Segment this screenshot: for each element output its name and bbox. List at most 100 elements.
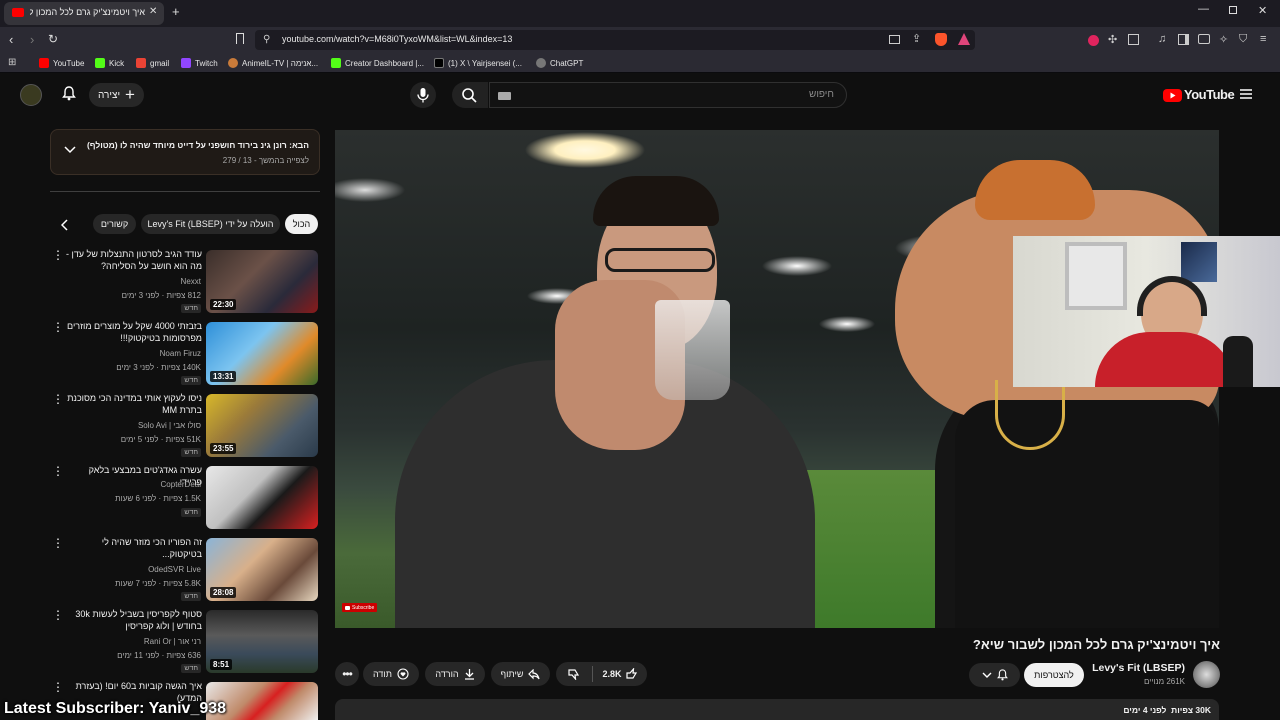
dislike-button[interactable]: [561, 668, 587, 680]
youtube-logo[interactable]: YouTube: [1163, 87, 1235, 103]
guide-menu-icon[interactable]: [1239, 88, 1253, 100]
keyboard-icon[interactable]: [498, 92, 511, 100]
divider: [50, 191, 320, 192]
wallet-icon[interactable]: [1198, 34, 1210, 44]
playlist-progress: לצפייה בהמשך - 13 / 279: [222, 156, 309, 165]
share-page-icon[interactable]: ⇪: [912, 32, 921, 45]
maximize-icon[interactable]: [1229, 6, 1237, 14]
video-thumbnail[interactable]: 8:51: [206, 610, 318, 673]
more-actions-button[interactable]: •••: [335, 662, 359, 686]
video-thumbnail[interactable]: 28:08: [206, 538, 318, 601]
wall-poster: [1181, 242, 1217, 282]
voice-search-icon[interactable]: [410, 82, 436, 108]
more-actions-icon[interactable]: ⋮: [52, 249, 64, 261]
leo-ai-icon[interactable]: ✧: [1219, 33, 1228, 46]
more-horizontal-icon: •••: [342, 667, 353, 681]
bookmark-twitch[interactable]: Twitch: [181, 56, 218, 70]
chip-all[interactable]: הכול: [285, 214, 318, 234]
apps-grid-icon[interactable]: ⊞: [8, 57, 16, 68]
search-placeholder: חיפוש: [809, 89, 834, 100]
playlist-panel[interactable]: הבא: רונן גינ בירוד חושפני על דייט מיוחד…: [50, 129, 320, 175]
chips-prev-chevron-icon[interactable]: [61, 219, 69, 231]
list-item[interactable]: ⋮ עודד הגיב לסרטון התנצלות של עדן - מה ה…: [0, 248, 330, 316]
share-icon: [528, 668, 541, 680]
list-item[interactable]: ⋮ סטוף לקפריסין בשביל לעשות 30k בחודש | …: [0, 608, 330, 676]
vpn-icon[interactable]: ⛉: [1239, 33, 1247, 46]
thanks-heart-icon: [397, 668, 409, 680]
menu-icon[interactable]: ≡: [1260, 33, 1266, 45]
more-actions-icon[interactable]: ⋮: [52, 393, 64, 405]
create-button[interactable]: יצירה +: [89, 83, 144, 107]
address-bar[interactable]: ⚲ youtube.com/watch?v=M68i0TyxoWM&list=W…: [255, 30, 975, 50]
more-actions-icon[interactable]: ⋮: [52, 465, 64, 477]
search-bar: חיפוש: [452, 82, 847, 108]
video-thumbnail[interactable]: [206, 466, 318, 529]
person-left-hair: [593, 176, 719, 226]
video-thumbnail[interactable]: 22:30: [206, 250, 318, 313]
window: [1065, 242, 1127, 310]
url-text: youtube.com/watch?v=M68i0TyxoWM&list=WL&…: [282, 34, 513, 44]
back-icon[interactable]: ‹: [9, 32, 13, 47]
chip-related[interactable]: קשורים: [93, 214, 136, 234]
minimize-icon[interactable]: —: [1198, 3, 1209, 15]
record-icon[interactable]: [1088, 35, 1099, 46]
bookmark-star-icon[interactable]: [236, 33, 244, 44]
brave-rewards-icon[interactable]: [958, 33, 970, 45]
youtube-page: יצירה + חיפוש YouTube הבא: רונן גינ בירו…: [0, 74, 1280, 720]
chip-uploaded-by[interactable]: הועלה על ידי Levy's Fit (LBSEP): [141, 214, 280, 234]
more-actions-icon[interactable]: ⋮: [52, 321, 64, 333]
bookmark-gmail[interactable]: gmail: [136, 56, 169, 70]
subscribe-watermark[interactable]: Subscribe: [342, 603, 378, 612]
animeil-icon: [228, 58, 238, 68]
subscribe-button[interactable]: להצטרפות: [1024, 663, 1084, 687]
close-tab-icon[interactable]: ✕: [149, 6, 157, 17]
avatar[interactable]: [20, 84, 42, 106]
reload-icon[interactable]: ↻: [48, 32, 58, 46]
more-actions-icon[interactable]: ⋮: [52, 609, 64, 621]
brave-shield-icon[interactable]: [935, 33, 947, 46]
bookmark-creator-dashboard[interactable]: Creator Dashboard |...: [331, 56, 424, 70]
search-input[interactable]: חיפוש: [489, 82, 847, 108]
site-info-icon[interactable]: ⚲: [263, 34, 270, 45]
new-tab-icon[interactable]: +: [172, 4, 180, 19]
list-item[interactable]: ⋮ עשרה גאדג'טים במבצעי בלאק פריידי Copte…: [0, 464, 330, 532]
close-window-icon[interactable]: ✕: [1258, 4, 1267, 17]
download-button[interactable]: הורדה: [425, 662, 485, 686]
plastic-cup: [655, 300, 730, 400]
channel-avatar[interactable]: [1193, 661, 1220, 688]
bookmark-youtube[interactable]: YouTube: [39, 56, 84, 70]
channel-name[interactable]: Levy's Fit (LBSEP): [1092, 662, 1185, 674]
notifications-bell-icon[interactable]: [62, 86, 76, 101]
expand-chevron-down-icon[interactable]: [64, 146, 76, 154]
list-item[interactable]: ⋮ זה הפוריו הכי מוזר שהיה לי בטיקטוק... …: [0, 536, 330, 604]
video-thumbnail[interactable]: 13:31: [206, 322, 318, 385]
latest-subscriber-overlay: Latest Subscriber: Yaniv_938: [4, 700, 227, 717]
notifications-dropdown[interactable]: [969, 663, 1020, 687]
search-button[interactable]: [452, 82, 488, 108]
browser-tab[interactable]: איך ויטמינצ'יק גרם לכל המכון לי ✕: [4, 2, 164, 25]
like-button[interactable]: 2.8K: [598, 668, 641, 680]
bookmark-kick[interactable]: Kick: [95, 56, 124, 70]
video-thumbnail[interactable]: 23:55: [206, 394, 318, 457]
list-item[interactable]: ⋮ בזבזתי 4000 שקל על מוצרים מוזרים מפרסו…: [0, 320, 330, 388]
more-actions-icon[interactable]: ⋮: [52, 681, 64, 693]
bookmark-chatgpt[interactable]: ChatGPT: [536, 56, 583, 70]
download-icon: [464, 668, 475, 680]
thanks-button[interactable]: תודה: [363, 662, 419, 686]
media-icon[interactable]: ♫: [1158, 33, 1166, 45]
twitch-icon: [181, 58, 191, 68]
forward-icon[interactable]: ›: [30, 32, 34, 47]
dislike-icon: [568, 669, 580, 680]
chatgpt-icon: [536, 58, 546, 68]
more-actions-icon[interactable]: ⋮: [52, 537, 64, 549]
bookmark-x[interactable]: (1) X \ Yairjsensei (...: [434, 56, 522, 70]
extensions-puzzle-icon[interactable]: ✣: [1108, 33, 1117, 46]
screenshot-icon[interactable]: [1128, 34, 1139, 45]
pip-icon[interactable]: [889, 35, 900, 44]
sidebar-icon[interactable]: [1178, 34, 1189, 45]
share-button[interactable]: שיתוף: [491, 662, 550, 686]
list-item[interactable]: ⋮ ניסו לעקוץ אותי במדינה הכי מסוכנת בתרת…: [0, 392, 330, 460]
bookmark-animeil[interactable]: AnimeIL-TV | אנימה...: [228, 56, 318, 70]
subscriber-count: 261K מנויים: [1143, 677, 1185, 686]
description-box[interactable]: 30K צפיות לפני 4 ימים: [335, 699, 1219, 720]
